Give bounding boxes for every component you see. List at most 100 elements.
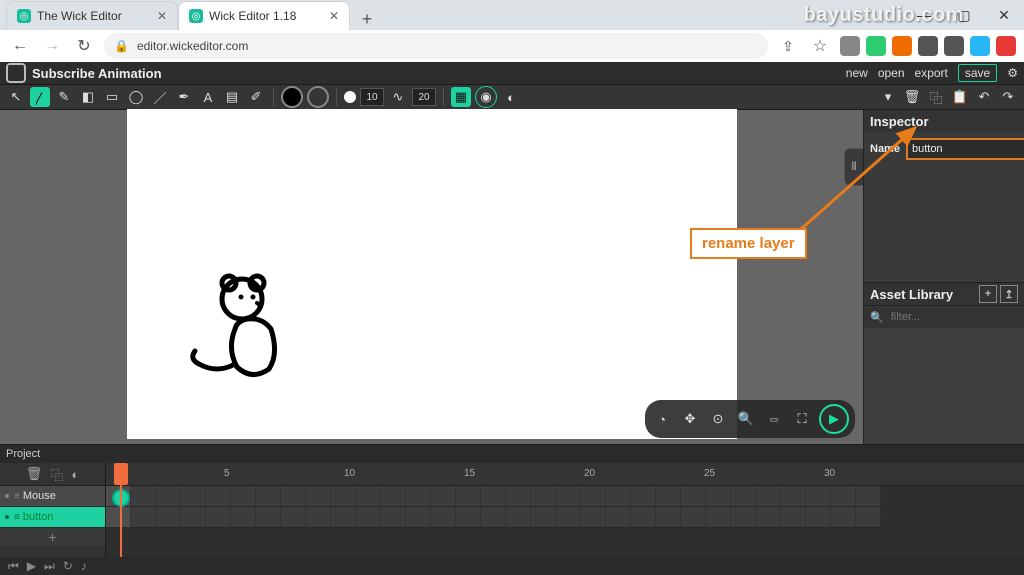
zoom-icon[interactable]: 🔍 [735, 408, 757, 430]
sound-icon[interactable]: ♪ [81, 559, 87, 573]
name-label: Name [870, 143, 900, 155]
url-text: editor.wickeditor.com [137, 39, 248, 53]
eraser-tool-icon[interactable]: ◧ [78, 87, 98, 107]
divider [336, 88, 337, 106]
forward-button[interactable]: → [40, 34, 64, 58]
trash-icon[interactable]: 🗑 [902, 87, 922, 107]
play-icon[interactable]: ▶ [27, 559, 36, 573]
ellipse-tool-icon[interactable]: ◯ [126, 87, 146, 107]
extensions [840, 36, 1016, 56]
cursor-tool-icon[interactable]: ↖ [6, 87, 26, 107]
layer-name: Mouse [23, 490, 56, 502]
fill-tool-icon[interactable]: ▤ [222, 87, 242, 107]
menu-open[interactable]: open [878, 66, 905, 80]
reload-button[interactable]: ↻ [72, 34, 96, 58]
menu-new[interactable]: new [846, 66, 868, 80]
settings-icon[interactable]: ⚙ [1007, 66, 1018, 80]
new-tab-button[interactable]: + [356, 8, 378, 30]
loop-icon[interactable]: ↻ [63, 559, 73, 573]
ruler-mark: 5 [224, 468, 230, 479]
text-tool-icon[interactable]: A [198, 87, 218, 107]
layer-name-input[interactable] [906, 138, 1024, 160]
pan-icon[interactable]: ✥ [679, 408, 701, 430]
side-pull-handle[interactable]: ⦀ [844, 148, 863, 186]
ruler-mark: 10 [344, 468, 355, 479]
star-icon[interactable]: ☆ [808, 34, 832, 58]
extension-icon[interactable] [970, 36, 990, 56]
layer-row[interactable]: ≡ Mouse [0, 486, 105, 507]
playhead[interactable] [114, 463, 128, 485]
paste-icon[interactable]: 📋 [950, 87, 970, 107]
app-logo-icon[interactable] [6, 63, 26, 83]
timeline-footer: ⏮ ▶ ⏭ ↻ ♪ [0, 557, 1024, 575]
copy-icon[interactable]: ⿻ [926, 87, 946, 107]
brush-preview-icon [344, 91, 356, 103]
eyedrop-tool-icon[interactable]: ✐ [246, 87, 266, 107]
save-button[interactable]: save [958, 64, 997, 82]
close-tab-icon[interactable]: ✕ [329, 9, 339, 23]
asset-library-title: Asset Library [870, 287, 953, 302]
add-asset-icon[interactable]: + [979, 285, 997, 303]
line-tool-icon[interactable]: ／ [150, 87, 170, 107]
divider [443, 88, 444, 106]
extension-icon[interactable] [892, 36, 912, 56]
stroke-color-swatch[interactable] [307, 86, 329, 108]
track-row[interactable] [106, 507, 1024, 528]
smooth-icon: ∿ [388, 87, 408, 107]
stage-area[interactable]: ⦀ ◔ ✥ ⊙ 🔍 ▭ ⛶ ▶ [0, 110, 863, 444]
share-icon[interactable]: ⇪ [776, 34, 800, 58]
back-button[interactable]: ← [8, 34, 32, 58]
add-layer-button[interactable]: + [0, 528, 105, 546]
extension-icon[interactable] [840, 36, 860, 56]
timeline-ruler[interactable]: 5 10 15 20 25 30 [106, 463, 1024, 486]
hide-layer-icon[interactable]: ◐ [71, 467, 79, 482]
track-row[interactable] [106, 486, 1024, 507]
pen-tool-icon[interactable]: ✒ [174, 87, 194, 107]
grip-icon[interactable]: ≡ [14, 491, 18, 502]
mode-a-icon[interactable]: ▦ [451, 87, 471, 107]
mode-b-icon[interactable]: ◉ [475, 86, 497, 108]
inspector-header: Inspector [864, 110, 1024, 132]
rect-tool-icon[interactable]: ▭ [102, 87, 122, 107]
onion-icon[interactable]: ◔ [651, 408, 673, 430]
prev-frame-icon[interactable]: ⏮ [8, 559, 19, 574]
close-window-button[interactable]: ✕ [984, 0, 1024, 30]
undo-icon[interactable]: ↶ [974, 87, 994, 107]
copy-layer-icon[interactable]: ⿻ [50, 465, 63, 484]
pencil-tool-icon[interactable]: ✎ [54, 87, 74, 107]
mode-c-icon[interactable]: ◐ [501, 87, 521, 107]
dropdown-icon[interactable]: ▾ [878, 87, 898, 107]
extension-icon[interactable] [996, 36, 1016, 56]
recenter-icon[interactable]: ⊙ [707, 408, 729, 430]
favicon-icon: ◎ [189, 9, 203, 23]
grip-icon[interactable]: ≡ [14, 512, 18, 523]
tab-title: Wick Editor 1.18 [209, 9, 296, 23]
brush-size-input[interactable]: 10 [360, 88, 384, 106]
project-title: Subscribe Animation [32, 66, 162, 81]
close-tab-icon[interactable]: ✕ [157, 9, 167, 23]
toolbar: ↖ 〳 ✎ ◧ ▭ ◯ ／ ✒ A ▤ ✐ 10 ∿ 20 ▦ ◉ ◐ ▾ 🗑 … [0, 85, 1024, 110]
redo-icon[interactable]: ↷ [998, 87, 1018, 107]
upload-asset-icon[interactable]: ↥ [1000, 285, 1018, 303]
menu-export[interactable]: export [915, 66, 948, 80]
brush-tool-icon[interactable]: 〳 [30, 87, 50, 107]
browser-tab[interactable]: ◎ Wick Editor 1.18 ✕ [178, 1, 350, 30]
visibility-dot-icon[interactable] [5, 515, 9, 519]
extension-icon[interactable] [918, 36, 938, 56]
play-button[interactable]: ▶ [819, 404, 849, 434]
extension-icon[interactable] [866, 36, 886, 56]
fill-color-swatch[interactable] [281, 86, 303, 108]
canvas[interactable] [127, 109, 737, 439]
extension-icon[interactable] [944, 36, 964, 56]
url-bar[interactable]: 🔒 editor.wickeditor.com [104, 33, 768, 59]
smooth-input[interactable]: 20 [412, 88, 436, 106]
layer-row[interactable]: ≡ button [0, 507, 105, 528]
fullscreen-icon[interactable]: ⛶ [791, 408, 813, 430]
browser-tab[interactable]: ◎ The Wick Editor ✕ [6, 1, 178, 30]
tracks[interactable]: 5 10 15 20 25 30 [106, 463, 1024, 557]
zoom-out-icon[interactable]: ▭ [763, 408, 785, 430]
next-frame-icon[interactable]: ⏭ [44, 559, 55, 574]
delete-layer-icon[interactable]: 🗑 [26, 466, 43, 482]
asset-filter-input[interactable] [889, 310, 1024, 324]
visibility-dot-icon[interactable] [5, 494, 9, 498]
